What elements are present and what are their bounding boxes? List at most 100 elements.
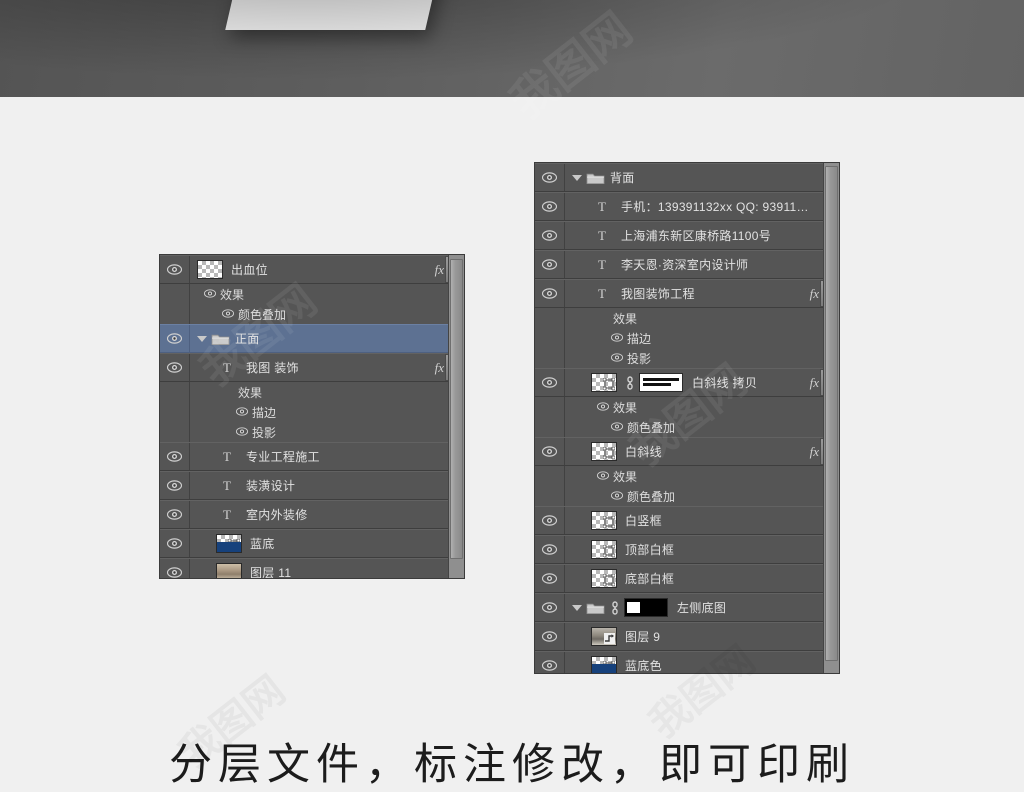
eye-icon[interactable]: [542, 377, 557, 388]
layer-effect-body[interactable]: 颜色叠加: [565, 486, 839, 506]
layers-list-left-viewport[interactable]: 出血位 fx 效果 颜色叠加 正面 T 我图 装饰 fx 效果 描边 投影 T 专业工程施工 T 装潢设计 T…: [160, 255, 464, 578]
layer-mask-thumbnail[interactable]: [639, 373, 683, 392]
layer-effect-body[interactable]: 效果: [190, 284, 464, 304]
layer-visibility-toggle[interactable]: [535, 222, 565, 249]
layer-row[interactable]: 白竖框: [535, 506, 839, 535]
layer-row[interactable]: 底部白框: [535, 564, 839, 593]
layer-effect-row[interactable]: 投影: [535, 348, 839, 368]
layer-visibility-toggle[interactable]: [535, 251, 565, 278]
layer-row[interactable]: T 室内外装修: [160, 500, 464, 529]
effect-eye-icon[interactable]: [235, 405, 249, 419]
layer-row[interactable]: 白斜线 fx: [535, 437, 839, 466]
effect-eye-icon[interactable]: [610, 420, 624, 434]
effect-visibility-toggle[interactable]: [535, 466, 565, 486]
eye-icon[interactable]: [167, 538, 182, 549]
layer-visibility-toggle[interactable]: [160, 354, 190, 381]
layers-list-right[interactable]: 背面 T 手机：139391132xx QQ: 93911… T 上海浦东新区康桥路11…: [535, 163, 839, 673]
effect-visibility-toggle[interactable]: [160, 402, 190, 422]
layer-row-body[interactable]: 白斜线: [565, 438, 839, 465]
layer-row[interactable]: 白斜线 拷贝 fx: [535, 368, 839, 397]
eye-icon[interactable]: [542, 446, 557, 457]
layer-thumbnail-photo[interactable]: [216, 563, 242, 578]
layer-effect-row[interactable]: 投影: [160, 422, 464, 442]
layer-effects-fx-icon[interactable]: fx: [435, 360, 444, 376]
layer-row-body[interactable]: 白斜线 拷贝: [565, 369, 839, 396]
layer-row[interactable]: 出血位 fx: [160, 255, 464, 284]
layer-row[interactable]: T 装潢设计: [160, 471, 464, 500]
layer-visibility-toggle[interactable]: [535, 280, 565, 307]
layer-row-body[interactable]: 左侧底图: [565, 594, 839, 621]
layer-row-body[interactable]: 出血位: [190, 256, 464, 283]
scrollbar-right[interactable]: [823, 163, 839, 673]
layer-visibility-toggle[interactable]: [535, 536, 565, 563]
layers-panel-right[interactable]: 背面 T 手机：139391132xx QQ: 93911… T 上海浦东新区康桥路11…: [535, 163, 839, 673]
effect-eye-icon[interactable]: [203, 287, 217, 301]
eye-icon[interactable]: [167, 451, 182, 462]
eye-icon[interactable]: [542, 288, 557, 299]
layer-thumbnail-blue[interactable]: [216, 534, 242, 553]
layer-thumbnail-transparent[interactable]: [591, 442, 617, 461]
eye-icon[interactable]: [542, 515, 557, 526]
layer-visibility-toggle[interactable]: [160, 256, 190, 283]
eye-icon[interactable]: [167, 333, 182, 344]
layer-visibility-toggle[interactable]: [535, 507, 565, 534]
layer-row-body[interactable]: 图层 9: [565, 623, 839, 650]
disclosure-triangle-icon[interactable]: [197, 335, 207, 342]
layer-mask-thumbnail[interactable]: [624, 598, 668, 617]
layer-row-body[interactable]: 图层 11: [190, 559, 464, 578]
eye-icon[interactable]: [167, 362, 182, 373]
layer-effect-row[interactable]: 效果: [535, 308, 839, 328]
layer-effect-body[interactable]: 描边: [190, 402, 464, 422]
layer-visibility-toggle[interactable]: [535, 193, 565, 220]
effect-visibility-toggle[interactable]: [535, 417, 565, 437]
effect-visibility-toggle[interactable]: [535, 328, 565, 348]
layer-effect-row[interactable]: 描边: [160, 402, 464, 422]
layer-effect-row[interactable]: 效果: [535, 466, 839, 486]
layer-row[interactable]: 背面: [535, 163, 839, 192]
scrollbar-left-thumb[interactable]: [450, 259, 463, 559]
layer-row[interactable]: T 手机：139391132xx QQ: 93911…: [535, 192, 839, 221]
layer-effect-row[interactable]: 颜色叠加: [160, 304, 464, 324]
layer-row-body[interactable]: 正面: [190, 325, 464, 352]
layer-thumbnail-blue[interactable]: [591, 656, 617, 673]
layer-effect-body[interactable]: 投影: [565, 348, 839, 368]
layer-effect-body[interactable]: 效果: [565, 397, 839, 417]
layer-row-body[interactable]: T 专业工程施工: [190, 443, 464, 470]
layer-effects-fx-icon[interactable]: fx: [810, 444, 819, 460]
eye-icon[interactable]: [167, 264, 182, 275]
eye-icon[interactable]: [542, 631, 557, 642]
layer-row-body[interactable]: 底部白框: [565, 565, 839, 592]
layers-panel-left[interactable]: 出血位 fx 效果 颜色叠加 正面 T 我图 装饰 fx 效果 描边 投影 T 专业工程施工 T 装潢设计 T…: [160, 255, 464, 578]
layer-visibility-toggle[interactable]: [160, 443, 190, 470]
layer-thumbnail-transparent[interactable]: [591, 540, 617, 559]
layer-row-body[interactable]: T 室内外装修: [190, 501, 464, 528]
layer-row[interactable]: 图层 9: [535, 622, 839, 651]
layer-visibility-toggle[interactable]: [160, 559, 190, 578]
layer-effect-body[interactable]: 投影: [190, 422, 464, 442]
layer-row[interactable]: T 我图 装饰 fx: [160, 353, 464, 382]
effect-eye-icon[interactable]: [221, 307, 235, 321]
eye-icon[interactable]: [167, 567, 182, 578]
layer-visibility-toggle[interactable]: [535, 623, 565, 650]
layer-visibility-toggle[interactable]: [535, 164, 565, 191]
layer-visibility-toggle[interactable]: [535, 652, 565, 673]
link-mask-icon[interactable]: [610, 600, 620, 615]
eye-icon[interactable]: [542, 201, 557, 212]
effect-visibility-toggle[interactable]: [535, 486, 565, 506]
layer-row-body[interactable]: T 我图 装饰: [190, 354, 464, 381]
effect-eye-icon[interactable]: [596, 469, 610, 483]
layer-effect-body[interactable]: 颜色叠加: [190, 304, 464, 324]
effect-eye-icon[interactable]: [610, 489, 624, 503]
eye-icon[interactable]: [167, 480, 182, 491]
layer-row[interactable]: 图层 11: [160, 558, 464, 578]
layer-row-body[interactable]: 蓝底: [190, 530, 464, 557]
layer-row-body[interactable]: 蓝底色: [565, 652, 839, 673]
layer-effect-row[interactable]: 描边: [535, 328, 839, 348]
layer-visibility-toggle[interactable]: [160, 325, 190, 352]
layer-visibility-toggle[interactable]: [535, 565, 565, 592]
layer-thumbnail-photo[interactable]: [591, 627, 617, 646]
layer-row[interactable]: T 李天恩·资深室内设计师: [535, 250, 839, 279]
link-mask-icon[interactable]: [625, 375, 635, 390]
layer-visibility-toggle[interactable]: [535, 594, 565, 621]
layer-row[interactable]: T 专业工程施工: [160, 442, 464, 471]
